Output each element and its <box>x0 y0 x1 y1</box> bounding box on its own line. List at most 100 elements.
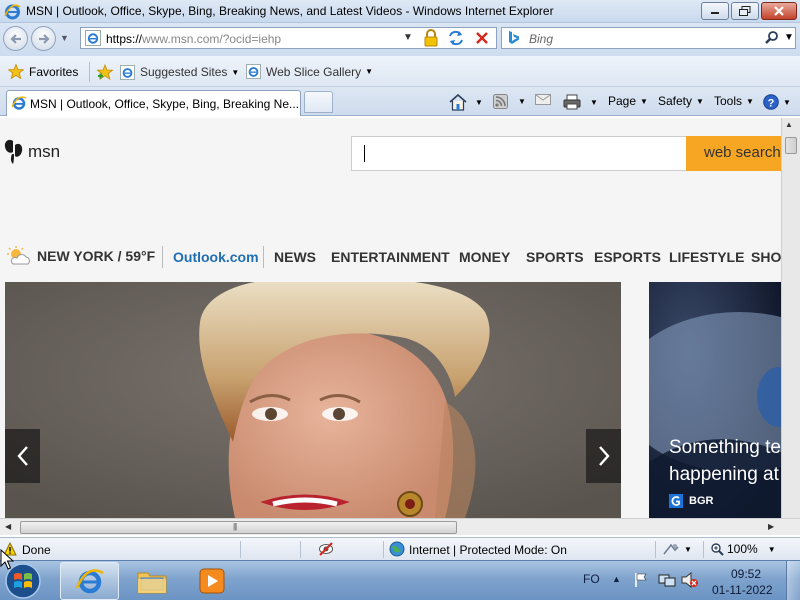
status-divider <box>240 541 241 558</box>
network-icon[interactable] <box>658 572 676 588</box>
nav-money[interactable]: MONEY <box>459 249 510 265</box>
nav-lifestyle[interactable]: LIFESTYLE <box>669 249 744 265</box>
security-zone-text[interactable]: Internet | Protected Mode: On <box>409 543 567 557</box>
zoom-control[interactable]: 100% ▼ <box>711 542 776 556</box>
show-desktop-button[interactable] <box>786 561 800 600</box>
feeds-button[interactable]: ▼ <box>493 94 526 109</box>
mail-icon <box>535 94 551 105</box>
nav-sports[interactable]: SPORTS <box>526 249 584 265</box>
nav-outlook[interactable]: Outlook.com <box>173 249 259 265</box>
nav-esports[interactable]: ESPORTS <box>594 249 661 265</box>
search-icon[interactable] <box>764 30 780 46</box>
volume-muted-icon[interactable] <box>681 572 699 588</box>
web-slice-gallery-button[interactable]: Web Slice Gallery ▼ <box>246 64 373 79</box>
restore-button[interactable] <box>731 2 759 20</box>
privacy-eye-icon[interactable] <box>318 541 334 557</box>
news-card-bgr[interactable]: Something te happening at BGR <box>649 282 781 518</box>
recent-pages-dropdown-icon[interactable]: ▼ <box>60 33 69 43</box>
taskbar-media-player[interactable] <box>184 562 239 600</box>
hero-carousel[interactable] <box>5 282 621 518</box>
chevron-down-icon: ▼ <box>640 96 648 106</box>
window-title: MSN | Outlook, Office, Skype, Bing, Brea… <box>26 4 554 18</box>
back-button[interactable] <box>3 26 28 51</box>
suggested-sites-button[interactable]: Suggested Sites ▼ <box>96 64 239 80</box>
scroll-right-arrow-icon[interactable]: ▶ <box>768 522 774 531</box>
scroll-up-arrow-icon[interactable]: ▲ <box>785 120 793 129</box>
stop-icon[interactable] <box>473 29 491 47</box>
taskbar-internet-explorer[interactable] <box>60 562 119 600</box>
partly-sunny-icon <box>7 246 30 265</box>
chevron-down-icon: ▼ <box>746 96 754 106</box>
search-box[interactable]: Bing ▼ <box>501 27 796 49</box>
help-icon: ? <box>763 94 779 110</box>
settings-icon <box>663 543 679 555</box>
nav-news[interactable]: NEWS <box>274 249 316 265</box>
suggested-sites-page-icon <box>120 64 135 80</box>
show-hidden-icons-icon[interactable]: ▲ <box>612 574 621 584</box>
internet-explorer-icon <box>75 569 104 594</box>
close-window-button[interactable] <box>761 2 797 20</box>
feeds-icon <box>493 94 508 109</box>
input-language-indicator[interactable]: FO <box>583 572 600 586</box>
nav-shop[interactable]: SHOP <box>751 249 781 265</box>
weather-widget[interactable]: NEW YORK / 59°F <box>6 246 155 266</box>
favorites-button[interactable]: Favorites <box>8 64 78 79</box>
print-button[interactable]: ▼ <box>563 94 598 110</box>
status-divider <box>703 541 704 558</box>
nav-divider <box>162 246 163 268</box>
taskbar-file-explorer[interactable] <box>124 562 179 600</box>
vertical-scrollbar[interactable]: ▲ <box>781 118 800 518</box>
nav-entertainment[interactable]: ENTERTAINMENT <box>331 249 450 265</box>
weather-text: NEW YORK / 59°F <box>37 248 156 264</box>
web-search-button[interactable]: web search <box>686 136 781 171</box>
horizontal-scrollbar[interactable]: ◀ ||| ▶ <box>0 518 800 535</box>
printer-icon <box>563 94 581 110</box>
zoom-icon <box>711 542 724 556</box>
compatibility-button[interactable]: ▼ <box>663 542 692 556</box>
hero-portrait-image <box>5 282 621 518</box>
help-menu[interactable]: ? ▼ <box>763 94 791 110</box>
url-scheme: https:// <box>106 32 143 46</box>
tools-menu[interactable]: Tools ▼ <box>714 94 754 108</box>
media-player-icon <box>199 568 224 594</box>
refresh-icon[interactable] <box>447 29 465 47</box>
vertical-scroll-thumb[interactable] <box>785 137 797 154</box>
address-url[interactable]: https://www.msn.com/?ocid=iehp <box>106 32 281 46</box>
msn-logo[interactable]: msn <box>4 138 60 165</box>
forward-button[interactable] <box>31 26 56 51</box>
grip-icon: ||| <box>233 522 237 531</box>
safety-menu[interactable]: Safety ▼ <box>658 94 704 108</box>
tab-msn[interactable]: MSN | Outlook, Office, Skype, Bing, Brea… <box>6 90 301 116</box>
address-dropdown-icon[interactable]: ▼ <box>403 32 413 43</box>
scroll-left-arrow-icon[interactable]: ◀ <box>5 522 11 531</box>
web-search-input[interactable] <box>351 136 687 171</box>
search-provider-dropdown-icon[interactable]: ▼ <box>784 32 794 43</box>
chevron-down-icon: ▼ <box>783 97 791 107</box>
read-mail-button[interactable] <box>535 92 551 106</box>
chevron-down-icon: ▼ <box>767 544 776 554</box>
horizontal-scroll-thumb[interactable]: ||| <box>20 521 457 534</box>
clock-date[interactable]: 01-11-2022 <box>712 583 773 597</box>
close-icon <box>774 6 784 16</box>
tab-row: MSN | Outlook, Office, Skype, Bing, Brea… <box>0 87 800 116</box>
home-button[interactable]: ▼ <box>449 94 483 111</box>
new-tab-button[interactable] <box>304 91 333 113</box>
action-center-flag-icon[interactable] <box>633 572 649 588</box>
carousel-next-button[interactable] <box>586 429 621 483</box>
status-bar: Done Internet | Protected Mode: On ▼ 100… <box>0 537 800 560</box>
page-menu[interactable]: Page ▼ <box>608 94 648 108</box>
folder-icon <box>137 572 166 594</box>
chevron-down-icon: ▼ <box>518 97 526 106</box>
globe-icon <box>389 541 405 557</box>
restore-icon <box>739 6 751 16</box>
minimize-button[interactable] <box>701 2 729 20</box>
clock-time[interactable]: 09:52 <box>726 567 766 581</box>
minimize-icon <box>711 12 719 14</box>
status-text: Done <box>22 543 51 557</box>
web-slice-gallery-label: Web Slice Gallery <box>266 64 362 79</box>
address-bar[interactable]: https://www.msn.com/?ocid=iehp ▼ <box>80 27 497 49</box>
chevron-down-icon: ▼ <box>590 97 598 107</box>
search-placeholder: Bing <box>529 32 554 46</box>
lock-icon[interactable] <box>422 29 440 47</box>
carousel-previous-button[interactable] <box>5 429 40 483</box>
